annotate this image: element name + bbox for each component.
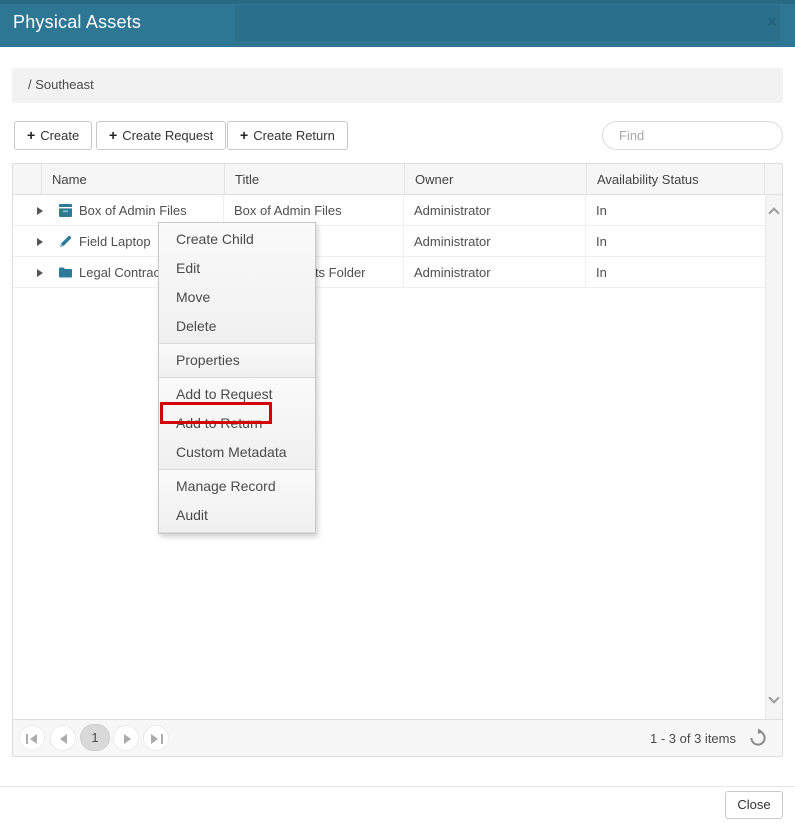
vertical-scrollbar[interactable] [765, 195, 782, 720]
table-row[interactable]: Legal Contracts Legal Contracts Folder A… [13, 257, 765, 288]
menu-item-create-child[interactable]: Create Child [159, 225, 315, 254]
row-owner: Administrator [404, 226, 586, 257]
folder-icon [58, 265, 73, 280]
column-header-title[interactable]: Title [224, 164, 404, 195]
menu-item-edit[interactable]: Edit [159, 254, 315, 283]
menu-item-custom-metadata[interactable]: Custom Metadata [159, 438, 315, 467]
row-availability: In [586, 226, 764, 257]
find-input[interactable] [602, 121, 783, 150]
first-page-button[interactable] [19, 725, 45, 751]
menu-item-manage-record[interactable]: Manage Record [159, 472, 315, 501]
menu-item-move[interactable]: Move [159, 283, 315, 312]
grid-header: Name Title Owner Availability Status [13, 164, 782, 195]
table-row[interactable]: Box of Admin Files Box of Admin Files Ad… [13, 195, 765, 226]
plus-icon: + [240, 127, 248, 143]
breadcrumb-path[interactable]: / Southeast [28, 77, 94, 92]
expand-arrow-icon[interactable] [37, 238, 43, 246]
column-header-owner[interactable]: Owner [404, 164, 586, 195]
close-icon[interactable]: × [761, 11, 783, 33]
create-button[interactable]: + Create [14, 121, 92, 150]
row-name[interactable]: Legal Contracts [79, 257, 170, 288]
column-header-availability[interactable]: Availability Status [586, 164, 764, 195]
scrollbar-column-header [764, 164, 782, 195]
create-request-button[interactable]: + Create Request [96, 121, 226, 150]
column-header-name[interactable]: Name [41, 164, 224, 195]
expand-arrow-icon[interactable] [37, 269, 43, 277]
breadcrumb: / Southeast [12, 68, 783, 103]
scroll-up-icon[interactable] [766, 203, 783, 225]
create-return-button-label: Create Return [253, 128, 335, 143]
titlebar-top-shade [0, 0, 795, 4]
row-name[interactable]: Field Laptop [79, 226, 151, 257]
context-menu-group: Manage Record Audit [159, 470, 315, 533]
menu-item-properties[interactable]: Properties [159, 346, 315, 375]
footer-divider [0, 786, 795, 787]
context-menu: Create Child Edit Move Delete Properties… [158, 222, 316, 534]
row-availability: In [586, 195, 764, 226]
previous-page-button[interactable] [50, 725, 76, 751]
pencil-icon [58, 234, 73, 249]
menu-item-delete[interactable]: Delete [159, 312, 315, 341]
pager-summary: 1 - 3 of 3 items [650, 731, 736, 746]
table-row[interactable]: Field Laptop Field Laptop Administrator … [13, 226, 765, 257]
close-button[interactable]: Close [725, 791, 783, 819]
refresh-icon[interactable] [748, 728, 768, 748]
menu-item-audit[interactable]: Audit [159, 501, 315, 530]
dialog-titlebar: Physical Assets × [0, 0, 795, 47]
dialog-title: Physical Assets [13, 12, 141, 33]
grid-body: Box of Admin Files Box of Admin Files Ad… [13, 195, 765, 720]
next-page-button[interactable] [113, 725, 139, 751]
menu-item-add-to-request[interactable]: Add to Request [159, 380, 315, 409]
row-owner: Administrator [404, 195, 586, 226]
last-page-button[interactable] [143, 725, 169, 751]
box-icon [58, 203, 73, 218]
plus-icon: + [109, 127, 117, 143]
row-owner: Administrator [404, 257, 586, 288]
pager: 1 1 - 3 of 3 items [13, 719, 782, 756]
physical-assets-dialog: Physical Assets × / Southeast + Create + C… [0, 0, 795, 828]
menu-item-add-to-return[interactable]: Add to Return [159, 409, 315, 438]
context-menu-group: Add to Request Add to Return Custom Meta… [159, 378, 315, 470]
create-button-label: Create [40, 128, 79, 143]
expander-column-header [13, 164, 41, 195]
context-menu-group: Create Child Edit Move Delete [159, 223, 315, 344]
titlebar-shade [235, 5, 780, 41]
toolbar: + Create + Create Request + Create Return [12, 121, 783, 151]
scroll-down-icon[interactable] [766, 692, 783, 714]
expand-arrow-icon[interactable] [37, 207, 43, 215]
plus-icon: + [27, 127, 35, 143]
context-menu-group: Properties [159, 344, 315, 378]
assets-grid: Name Title Owner Availability Status Box… [12, 163, 783, 757]
row-availability: In [586, 257, 764, 288]
create-return-button[interactable]: + Create Return [227, 121, 348, 150]
create-request-button-label: Create Request [122, 128, 213, 143]
current-page-button[interactable]: 1 [80, 724, 110, 751]
